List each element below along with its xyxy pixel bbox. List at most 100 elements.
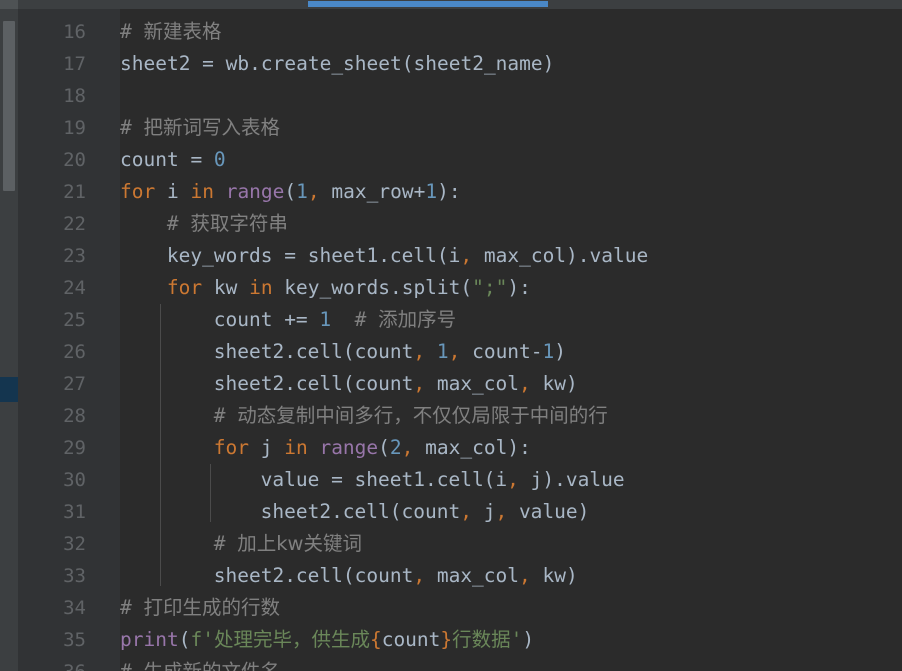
- line-number: 22: [63, 213, 86, 235]
- line-number: 18: [63, 85, 86, 107]
- code-token-num: 0: [213, 148, 226, 171]
- code-token-str: ': [510, 628, 523, 651]
- code-line[interactable]: # 获取字符串: [167, 208, 288, 240]
- code-token-comma: ,: [519, 564, 531, 587]
- code-line[interactable]: sheet2.cell(count, j, value): [261, 496, 590, 528]
- code-token-comma: ,: [460, 500, 472, 523]
- line-number: 31: [63, 501, 86, 523]
- line-number: 27: [63, 373, 86, 395]
- code-token-def: (: [178, 628, 191, 651]
- line-number: 21: [63, 181, 86, 203]
- code-token-com-cjk: 加上kw关键词: [237, 532, 362, 555]
- code-line[interactable]: # 新建表格: [120, 16, 222, 48]
- active-tab-underline-indicator[interactable]: [308, 1, 548, 7]
- code-line[interactable]: sheet2.cell(count, max_col, kw): [214, 368, 578, 400]
- code-line[interactable]: print(f'处理完毕，供生成{count}行数据'): [120, 624, 534, 656]
- line-number: 29: [63, 437, 86, 459]
- line-number-gutter[interactable]: 16 17 18 19 20 21 22 23 24 25 26 27 28 29 30 31 32 33 34 35…: [18, 9, 96, 671]
- code-line[interactable]: for j in range(2, max_col):: [214, 432, 531, 464]
- code-line[interactable]: for kw in key_words.split(";"):: [167, 272, 531, 304]
- code-token-comma: ,: [413, 564, 426, 587]
- code-token-def: value): [507, 500, 590, 523]
- code-token-str: f': [190, 628, 214, 651]
- code-token-def: max_row+: [319, 180, 426, 203]
- code-token-str-cjk: 处理完毕，供生成: [213, 628, 370, 651]
- code-token-kw: for: [213, 436, 249, 459]
- code-line[interactable]: # 动态复制中间多行，不仅仅局限于中间的行: [214, 400, 608, 432]
- code-token-def: sheet2 = wb.create_sheet(sheet2_name): [120, 52, 555, 75]
- code-token-def: kw): [530, 564, 578, 587]
- code-token-brace: {: [369, 628, 382, 651]
- code-line[interactable]: count = 0: [120, 144, 226, 176]
- line-number: 30: [63, 469, 86, 491]
- code-token-def: sheet2.cell(count: [213, 564, 414, 587]
- code-token-def: i: [155, 180, 191, 203]
- code-token-def: max_col: [425, 372, 520, 395]
- indent-guide: [160, 304, 161, 586]
- code-token-def: [425, 340, 437, 363]
- code-line[interactable]: sheet2 = wb.create_sheet(sheet2_name): [120, 48, 554, 80]
- code-token-def: j: [248, 436, 285, 459]
- code-token-com: #: [120, 116, 144, 139]
- code-token-def: j).value: [518, 468, 625, 491]
- code-token-def: kw: [202, 276, 250, 299]
- code-token-def: key_words.split(: [272, 276, 473, 299]
- code-token-comma: ,: [307, 180, 320, 203]
- line-number: 24: [63, 277, 86, 299]
- code-token-def: sheet2.cell(count: [260, 500, 461, 523]
- top-strip-left-cap: [0, 0, 18, 9]
- code-line[interactable]: # 加上kw关键词: [214, 528, 362, 560]
- code-token-def: (: [284, 180, 297, 203]
- code-token-com: #: [166, 212, 191, 235]
- code-token-kw: in: [284, 436, 308, 459]
- vertical-scrollbar-thumb[interactable]: [3, 21, 15, 191]
- code-token-builtin: range: [319, 436, 379, 459]
- line-number: 19: [63, 117, 86, 139]
- code-token-num: 1: [425, 180, 438, 203]
- code-token-com-cjk: 生成新的文件名: [143, 660, 280, 671]
- indent-guide: [210, 464, 211, 522]
- line-number: 23: [63, 245, 86, 267]
- code-line[interactable]: # 生成新的文件名: [120, 656, 280, 671]
- line-number: 35: [63, 629, 86, 651]
- code-token-builtin: range: [225, 180, 285, 203]
- code-token-num: 1: [436, 340, 449, 363]
- code-token-def: count-: [460, 340, 543, 363]
- code-token-def: (: [378, 436, 390, 459]
- code-token-def: kw): [530, 372, 578, 395]
- code-token-str: ";": [472, 276, 508, 299]
- code-token-comma: ,: [460, 244, 473, 267]
- code-folding-gutter[interactable]: [96, 9, 211, 671]
- code-line[interactable]: sheet2.cell(count, max_col, kw): [214, 560, 578, 592]
- code-token-def: count: [381, 628, 441, 651]
- code-token-com-cjk: 新建表格: [143, 20, 222, 43]
- code-line[interactable]: # 把新词写入表格: [120, 112, 280, 144]
- changed-lines-marker[interactable]: [0, 377, 18, 402]
- line-number: 28: [63, 405, 86, 427]
- code-token-num: 1: [542, 340, 555, 363]
- code-line[interactable]: key_words = sheet1.cell(i, max_col).valu…: [167, 240, 648, 272]
- code-line[interactable]: value = sheet1.cell(i, j).value: [261, 464, 625, 496]
- code-text-area[interactable]: # 新建表格 sheet2 = wb.create_sheet(sheet2_na…: [120, 9, 902, 671]
- line-number: 17: [63, 53, 86, 75]
- code-line[interactable]: for i in range(1, max_row+1):: [120, 176, 461, 208]
- code-line[interactable]: # 打印生成的行数: [120, 592, 280, 624]
- code-token-com-cjk: 添加序号: [378, 308, 457, 331]
- code-token-def: [308, 436, 320, 459]
- code-token-def: max_col).value: [472, 244, 649, 267]
- code-token-def: [331, 308, 354, 331]
- code-token-def: key_words = sheet1.cell(i: [166, 244, 461, 267]
- code-token-def: count +=: [213, 308, 320, 331]
- code-token-com-cjk: 动态复制中间多行，不仅仅局限于中间的行: [237, 404, 608, 427]
- code-token-def: ):: [437, 180, 461, 203]
- code-line[interactable]: sheet2.cell(count, 1, count-1): [214, 336, 566, 368]
- code-token-def: j: [471, 500, 496, 523]
- line-number: 32: [63, 533, 86, 555]
- code-line[interactable]: count += 1 # 添加序号: [214, 304, 456, 336]
- code-token-com-cjk: 获取字符串: [190, 212, 288, 235]
- code-token-comma: ,: [413, 372, 426, 395]
- line-number: 26: [63, 341, 86, 363]
- vertical-scrollbar-track[interactable]: [0, 9, 18, 671]
- code-token-comma: ,: [507, 468, 519, 491]
- code-token-com-cjk: 把新词写入表格: [143, 116, 280, 139]
